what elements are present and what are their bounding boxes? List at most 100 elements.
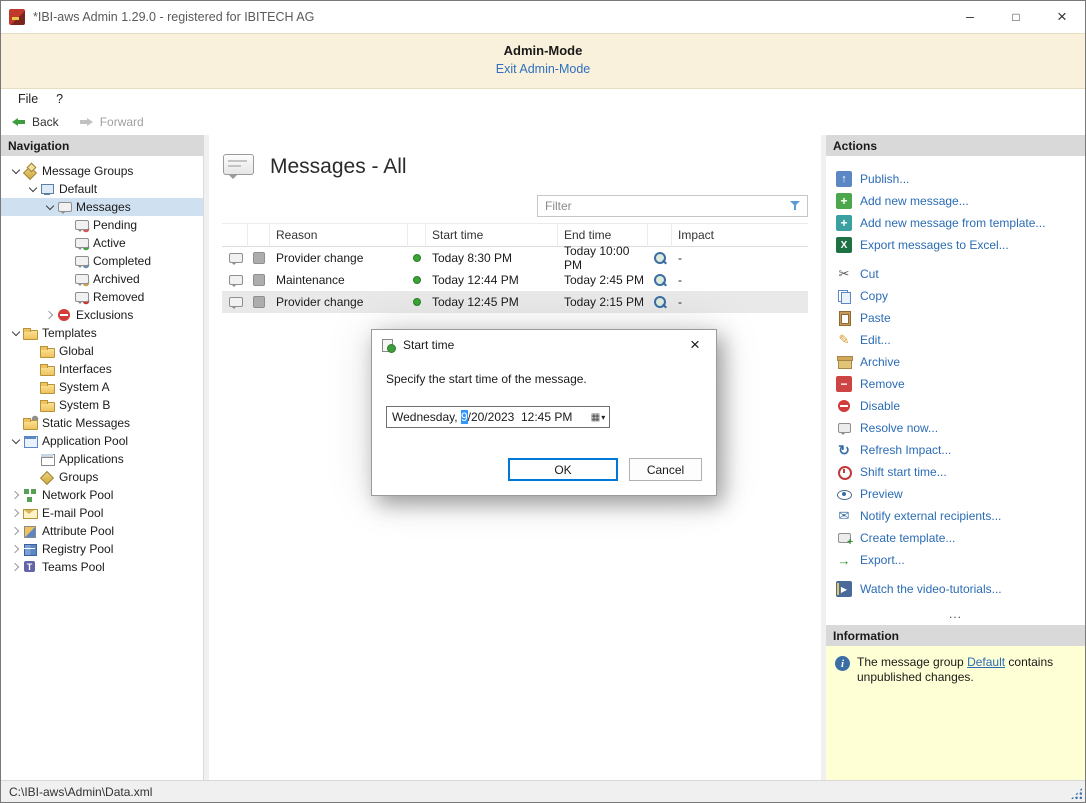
action-refresh-impact[interactable]: Refresh Impact... <box>826 439 1085 461</box>
chevron-expanded-icon[interactable] <box>9 324 22 342</box>
admin-mode-title: Admin-Mode <box>1 43 1085 58</box>
chevron-expanded-icon[interactable] <box>26 180 39 198</box>
tree-item-pending[interactable]: Pending <box>1 216 203 234</box>
tree-item-templates[interactable]: Templates <box>1 324 203 342</box>
tree-item-default[interactable]: Default <box>1 180 203 198</box>
action-cut[interactable]: Cut <box>826 263 1085 285</box>
chevron-collapsed-icon[interactable] <box>43 306 56 324</box>
tree-item-messages[interactable]: Messages <box>1 198 203 216</box>
action-add-new-message-from-template[interactable]: Add new message from template... <box>826 212 1085 234</box>
resize-grip[interactable] <box>1070 787 1083 800</box>
tree-item-removed[interactable]: Removed <box>1 288 203 306</box>
datetime-input[interactable]: Wednesday, 9/20/2023 12:45 PM <box>386 406 610 428</box>
header-impact[interactable]: Impact <box>672 223 808 247</box>
tree-item-archived[interactable]: Archived <box>1 270 203 288</box>
action-disable[interactable]: Disable <box>826 395 1085 417</box>
tree-indent <box>60 288 73 306</box>
tree-item-label: Applications <box>59 452 124 466</box>
back-button[interactable]: Back <box>11 114 59 130</box>
tree-item-system-b[interactable]: System B <box>1 396 203 414</box>
close-button[interactable] <box>1039 1 1085 33</box>
completed-icon <box>73 253 90 269</box>
action-resolve-now[interactable]: Resolve now... <box>826 417 1085 439</box>
ok-button[interactable]: OK <box>508 458 618 481</box>
chevron-expanded-icon[interactable] <box>9 432 22 450</box>
action-paste[interactable]: Paste <box>826 307 1085 329</box>
action-label: Cut <box>860 267 879 281</box>
maximize-button[interactable] <box>993 1 1039 33</box>
tree-item-global[interactable]: Global <box>1 342 203 360</box>
titlebar: *IBI-aws Admin 1.29.0 - registered for I… <box>1 1 1085 33</box>
tree-item-active[interactable]: Active <box>1 234 203 252</box>
tree-item-completed[interactable]: Completed <box>1 252 203 270</box>
action-publish[interactable]: Publish... <box>826 168 1085 190</box>
tree-item-registry-pool[interactable]: Registry Pool <box>1 540 203 558</box>
cancel-button[interactable]: Cancel <box>629 458 702 481</box>
action-preview[interactable]: Preview <box>826 483 1085 505</box>
tree-item-applications[interactable]: Applications <box>1 450 203 468</box>
tree-item-static-messages[interactable]: Static Messages <box>1 414 203 432</box>
active-icon <box>73 235 90 251</box>
tree-indent <box>26 360 39 378</box>
menu-help[interactable]: ? <box>47 92 72 106</box>
tree-item-groups[interactable]: Groups <box>1 468 203 486</box>
menu-file[interactable]: File <box>9 92 47 106</box>
filter-box <box>537 195 808 217</box>
groups-icon <box>39 469 56 485</box>
action-export-messages-to-excel[interactable]: Export messages to Excel... <box>826 234 1085 256</box>
tree-item-e-mail-pool[interactable]: E-mail Pool <box>1 504 203 522</box>
tree-item-exclusions[interactable]: Exclusions <box>1 306 203 324</box>
add-template-icon <box>836 215 852 231</box>
tree-item-network-pool[interactable]: Network Pool <box>1 486 203 504</box>
tree-item-label: E-mail Pool <box>42 506 103 520</box>
action-notify-external-recipients[interactable]: Notify external recipients... <box>826 505 1085 527</box>
tree-item-message-groups[interactable]: Message Groups <box>1 162 203 180</box>
action-create-template[interactable]: Create template... <box>826 527 1085 549</box>
header-reason[interactable]: Reason <box>270 223 408 247</box>
action-watch-the-video-tutorials[interactable]: Watch the video-tutorials... <box>826 578 1085 600</box>
chevron-expanded-icon[interactable] <box>9 162 22 180</box>
tree-item-attribute-pool[interactable]: Attribute Pool <box>1 522 203 540</box>
status-cell <box>408 269 426 291</box>
dialog-close-button[interactable] <box>674 330 716 360</box>
registry-pool-icon <box>22 541 39 557</box>
tree-item-interfaces[interactable]: Interfaces <box>1 360 203 378</box>
video-icon <box>836 581 852 597</box>
exit-admin-mode-link[interactable]: Exit Admin-Mode <box>496 62 590 76</box>
filter-funnel-icon[interactable] <box>788 199 804 213</box>
filter-input[interactable] <box>538 197 788 215</box>
datetime-suffix: /20/2023 12:45 PM <box>468 410 573 424</box>
chevron-collapsed-icon[interactable] <box>9 486 22 504</box>
chevron-collapsed-icon[interactable] <box>9 558 22 576</box>
action-archive[interactable]: Archive <box>826 351 1085 373</box>
applications-icon <box>39 451 56 467</box>
minimize-button[interactable] <box>947 1 993 33</box>
teams-pool-icon <box>22 559 39 575</box>
calendar-dropdown-button[interactable] <box>587 407 609 427</box>
tree-item-system-a[interactable]: System A <box>1 378 203 396</box>
chevron-collapsed-icon[interactable] <box>9 522 22 540</box>
menubar: File ? <box>1 89 1085 109</box>
action-copy[interactable]: Copy <box>826 285 1085 307</box>
action-edit[interactable]: Edit... <box>826 329 1085 351</box>
status-dot-icon <box>413 298 421 306</box>
tree-item-label: System B <box>59 398 110 412</box>
action-add-new-message[interactable]: Add new message... <box>826 190 1085 212</box>
tree-item-application-pool[interactable]: Application Pool <box>1 432 203 450</box>
chevron-collapsed-icon[interactable] <box>9 540 22 558</box>
action-label: Resolve now... <box>860 421 938 435</box>
app-icon <box>9 9 25 25</box>
message-icon <box>227 294 244 310</box>
forward-button[interactable]: Forward <box>79 114 144 130</box>
impact-icon-cell <box>648 269 672 291</box>
chevron-collapsed-icon[interactable] <box>9 504 22 522</box>
default-group-link[interactable]: Default <box>967 655 1005 669</box>
tree-item-label: Exclusions <box>76 308 133 322</box>
action-export[interactable]: Export... <box>826 549 1085 571</box>
action-shift-start-time[interactable]: Shift start time... <box>826 461 1085 483</box>
header-start-time[interactable]: Start time <box>426 223 558 247</box>
tree-item-teams-pool[interactable]: Teams Pool <box>1 558 203 576</box>
chevron-expanded-icon[interactable] <box>43 198 56 216</box>
action-remove[interactable]: Remove <box>826 373 1085 395</box>
more-actions-indicator[interactable]: ... <box>826 604 1085 625</box>
